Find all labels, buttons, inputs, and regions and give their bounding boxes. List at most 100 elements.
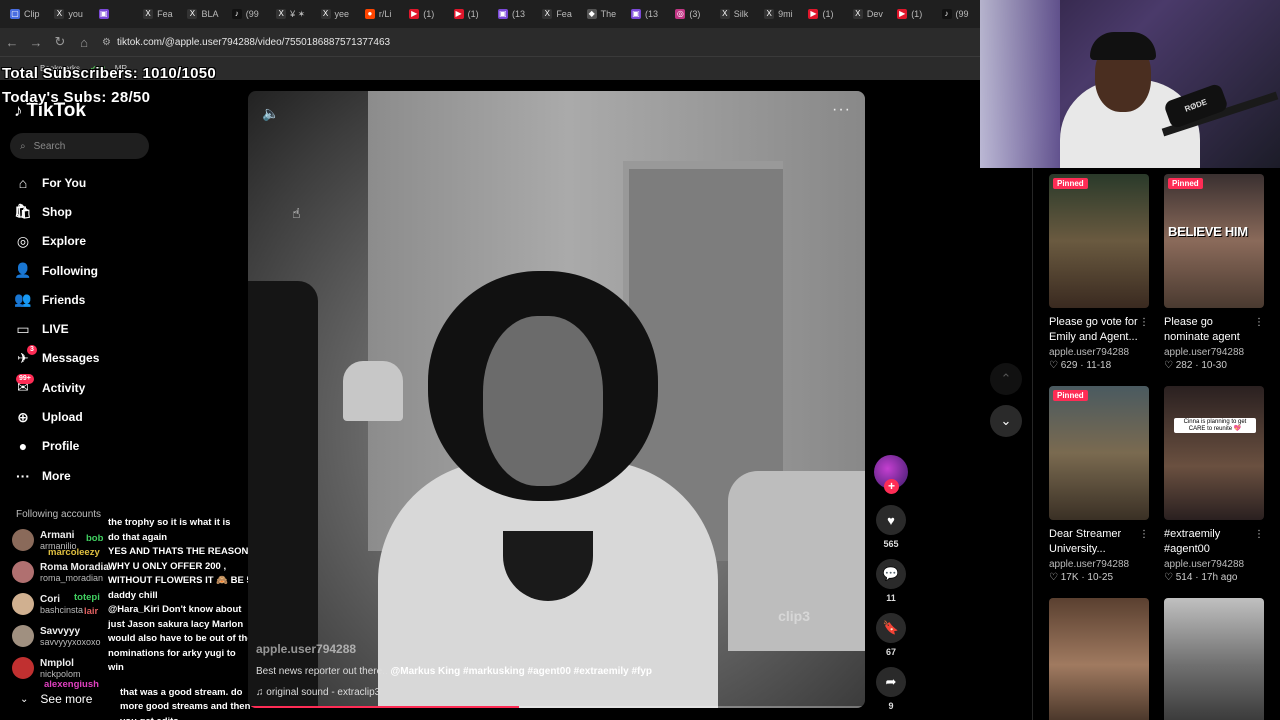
url-field[interactable]: ⚙ tiktok.com/@apple.user794288/video/755…	[102, 37, 390, 48]
browser-tab[interactable]: ▶ (1)	[450, 3, 492, 25]
browser-tab[interactable]: ♪ (99	[938, 3, 980, 25]
site-info-icon[interactable]: ⚙	[102, 37, 111, 48]
browser-tab[interactable]: X Silk	[716, 3, 758, 25]
follow-plus-icon[interactable]: +	[884, 479, 899, 494]
nav-item-shop[interactable]: 🛍 Shop	[14, 197, 214, 226]
video-thumbnail[interactable]	[1049, 598, 1149, 720]
nav-label: Activity	[42, 380, 86, 395]
tab-label: (99	[245, 9, 259, 19]
video-card[interactable]: Pinned Please go vote for Emily and Agent…	[1049, 174, 1149, 371]
more-vertical-icon[interactable]: ⋮	[1139, 315, 1149, 330]
video-card-user[interactable]: apple.user794288	[1164, 559, 1264, 570]
see-more-button[interactable]: ⌄ See more	[20, 692, 92, 706]
nav-item-explore[interactable]: ◎ Explore	[14, 227, 214, 256]
browser-tab[interactable]: X Fea	[139, 3, 181, 25]
nav-item-more[interactable]: ··· More	[14, 461, 214, 490]
browser-tab[interactable]: ▶ (1)	[804, 3, 846, 25]
stream-chat: the trophy so it is what it is do that ag…	[108, 516, 268, 720]
video-progress-bar[interactable]	[248, 706, 865, 708]
video-card-title[interactable]: #extraemily #agent00 #cinna... ⋮	[1164, 527, 1264, 557]
video-sound[interactable]: ♫ original sound - extraclip3	[256, 687, 380, 698]
video-card-user[interactable]: apple.user794288	[1049, 559, 1149, 570]
browser-tab[interactable]: X ¥ ✶	[272, 3, 314, 25]
share-button[interactable]: ➦	[876, 667, 906, 697]
browser-tab[interactable]: Xyou	[50, 3, 92, 25]
reload-icon[interactable]: ↻	[48, 34, 72, 50]
tab-favicon-icon: ▶	[409, 9, 420, 19]
search-icon: ⌕	[20, 140, 26, 152]
browser-tab[interactable]: ▣	[95, 3, 137, 25]
browser-tab[interactable]: ◎ (3)	[671, 3, 713, 25]
browser-tab[interactable]: ▶ (1)	[405, 3, 447, 25]
video-author[interactable]: apple.user794288	[256, 642, 356, 656]
video-tags[interactable]: @Markus King #markusking #agent00 #extra…	[391, 666, 653, 677]
video-thumbnail[interactable]: Pinned	[1049, 386, 1149, 520]
webcam-hair	[1090, 32, 1156, 60]
video-thumbnail[interactable]: Pinned	[1049, 174, 1149, 308]
video-card-title[interactable]: Please go nominate agent !... ⋮	[1164, 315, 1264, 345]
tab-label: (1)	[822, 9, 834, 19]
video-card[interactable]	[1049, 598, 1149, 720]
tab-label: yee	[334, 9, 350, 19]
video-card-title[interactable]: Dear Streamer University... than... ⋮	[1049, 527, 1149, 557]
video-thumbnail[interactable]	[1164, 598, 1264, 720]
activity-badge: 99+	[16, 374, 34, 385]
search-input[interactable]: ⌕ Search	[10, 133, 149, 159]
nav-item-profile[interactable]: ● Profile	[14, 432, 214, 461]
browser-tab[interactable]: ● r/Li	[361, 3, 403, 25]
browser-tab[interactable]: ▣ (13	[627, 3, 669, 25]
url-text: tiktok.com/@apple.user794288/video/75501…	[116, 36, 391, 48]
browser-tab[interactable]: ▣ (13	[494, 3, 536, 25]
sound-label: original sound - extraclip3	[266, 687, 381, 698]
browser-tab[interactable]: ▶ (1)	[893, 3, 935, 25]
more-vertical-icon[interactable]: ⋮	[1139, 527, 1149, 542]
nav-item-for-you[interactable]: ⌂ For You	[14, 168, 214, 197]
volume-icon[interactable]: 🔈	[262, 105, 279, 122]
more-vertical-icon[interactable]: ⋮	[1254, 315, 1264, 330]
video-thumbnail[interactable]: Pinned BELIEVE HIM	[1164, 174, 1264, 308]
like-count: 565	[883, 539, 899, 549]
more-vertical-icon[interactable]: ⋮	[1254, 527, 1264, 542]
like-button[interactable]: ♥	[876, 505, 906, 535]
chat-line: win	[108, 662, 124, 673]
save-button[interactable]: 🔖	[876, 613, 906, 643]
browser-tab[interactable]: ▢ Clip	[6, 3, 48, 25]
browser-tab[interactable]: X Fea	[538, 3, 580, 25]
next-video-button[interactable]: ⌄	[990, 405, 1022, 437]
nav-item-messages[interactable]: ✈ Messages 3	[14, 344, 214, 373]
browser-tab[interactable]: X 9mi	[760, 3, 802, 25]
search-placeholder: Search	[33, 140, 66, 152]
back-icon[interactable]: ←	[0, 35, 24, 50]
browser-tab[interactable]: X BLA	[183, 3, 225, 25]
comment-button[interactable]: 💬	[876, 559, 906, 589]
home-icon[interactable]: ⌂	[72, 35, 96, 50]
video-card[interactable]: Pinned BELIEVE HIM Please go nominate agen…	[1164, 174, 1264, 371]
nav-item-following[interactable]: 👤 Following	[14, 256, 214, 285]
browser-tab[interactable]: ♪ (99	[228, 3, 270, 25]
thumbnail-overlay-text: BELIEVE HIM	[1168, 224, 1248, 239]
nav-item-friends[interactable]: 👥 Friends	[14, 285, 214, 314]
forward-icon[interactable]: →	[24, 35, 48, 50]
tab-label: (1)	[423, 9, 435, 19]
video-card[interactable]: Pinned Dear Streamer University... than..…	[1049, 386, 1149, 583]
tab-favicon-icon: ▶	[453, 9, 464, 19]
video-player[interactable]: clip3 🔈 ··· apple.user794288 Best news r…	[248, 91, 865, 708]
avatar	[12, 529, 34, 551]
browser-tab[interactable]: ◆ The	[583, 3, 625, 25]
video-card[interactable]	[1164, 598, 1264, 720]
author-avatar[interactable]: +	[874, 455, 908, 494]
video-card-user[interactable]: apple.user794288	[1049, 347, 1149, 358]
nav-item-upload[interactable]: ⊕ Upload	[14, 402, 214, 431]
video-card-title-text: #extraemily #agent00 #cinna...	[1164, 528, 1221, 555]
browser-tab[interactable]: Xyee	[317, 3, 359, 25]
video-card-title[interactable]: Please go vote for Emily and Agent... ⋮	[1049, 315, 1149, 345]
tab-favicon-icon: ▢	[10, 9, 20, 19]
browser-tab[interactable]: X Dev	[849, 3, 891, 25]
nav-item-live[interactable]: ▭ LIVE	[14, 314, 214, 343]
previous-video-button[interactable]: ⌃	[990, 363, 1022, 395]
nav-item-activity[interactable]: ✉ Activity 99+	[14, 373, 214, 402]
more-options-icon[interactable]: ···	[832, 101, 851, 119]
video-card-user[interactable]: apple.user794288	[1164, 347, 1264, 358]
video-thumbnail[interactable]: Cinna is planning to get CARE to reunite…	[1164, 386, 1264, 520]
video-card[interactable]: Cinna is planning to get CARE to reunite…	[1164, 386, 1264, 583]
